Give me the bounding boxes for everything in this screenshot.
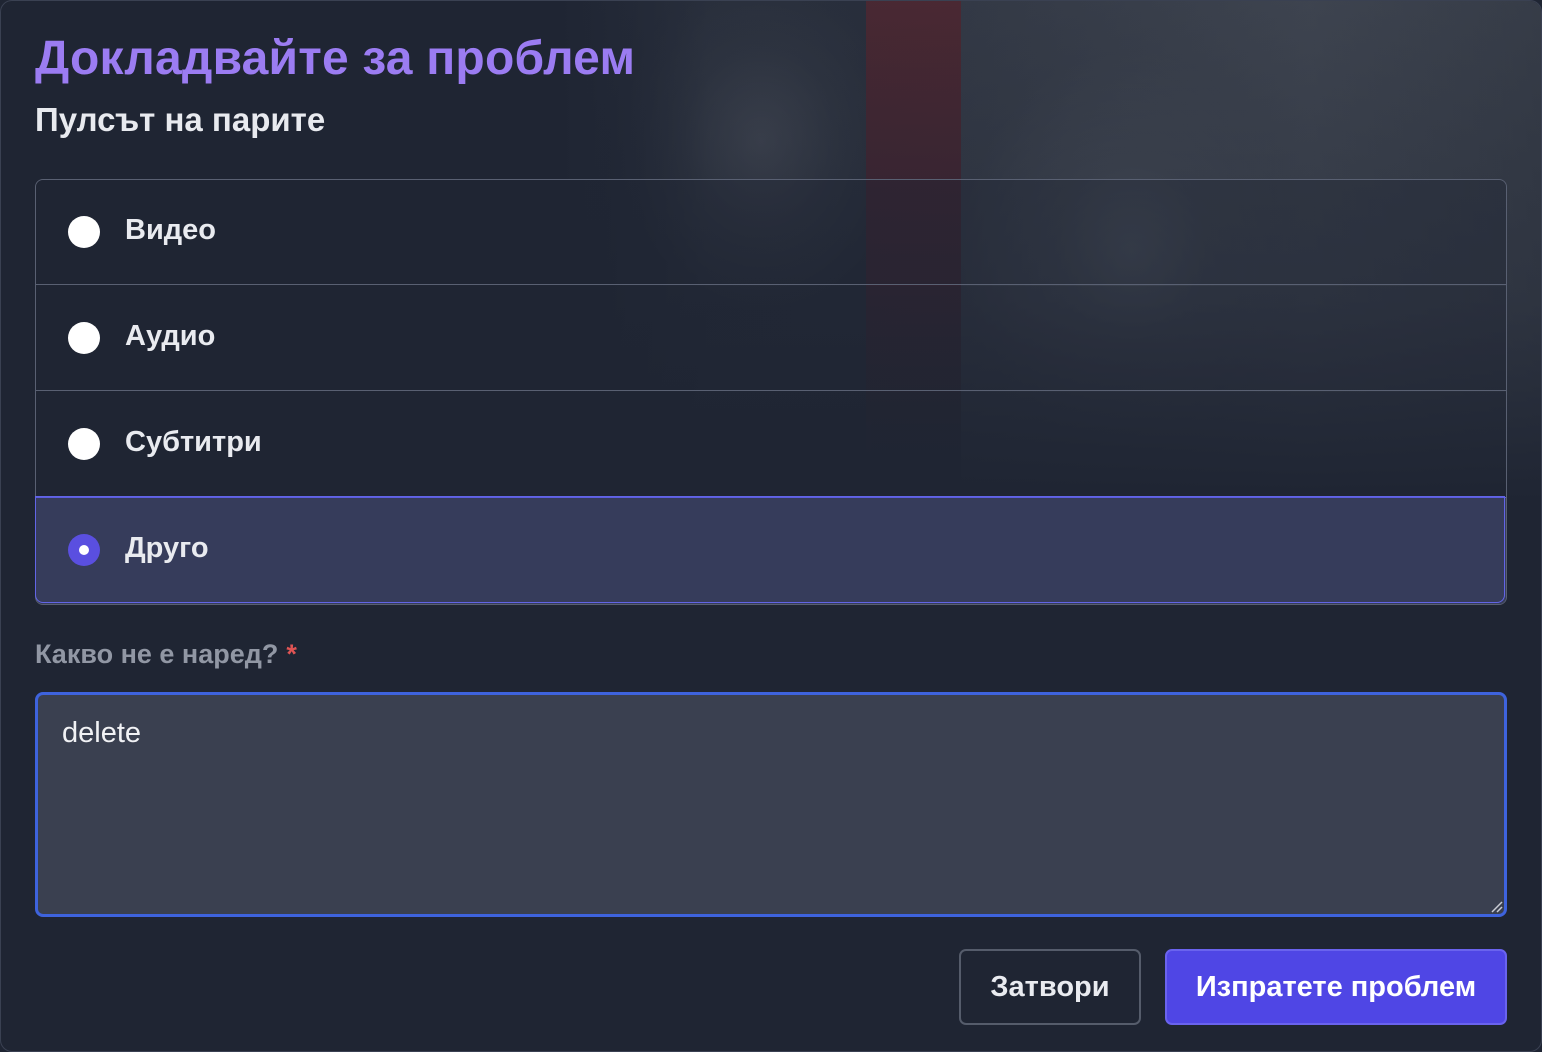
issue-description-textarea[interactable]: [35, 692, 1507, 917]
issue-type-radio-group: Видео Аудио Субтитри Друго: [35, 179, 1507, 605]
issue-option-label: Субтитри: [125, 426, 262, 458]
radio-button[interactable]: [68, 428, 100, 460]
description-label-text: Какво не е наред?: [35, 639, 279, 669]
issue-option-audio[interactable]: Аудио: [36, 286, 1506, 391]
issue-option-label: Друго: [125, 532, 209, 564]
issue-option-label: Видео: [125, 214, 217, 246]
report-issue-modal: Докладвайте за проблем Пулсът на парите …: [0, 0, 1542, 1052]
modal-title: Докладвайте за проблем: [35, 32, 636, 85]
submit-issue-button[interactable]: Изпратете проблем: [1165, 949, 1507, 1025]
resize-grip-icon[interactable]: [1489, 899, 1503, 913]
issue-option-subtitles[interactable]: Субтитри: [36, 392, 1506, 497]
radio-button-checked[interactable]: [68, 534, 100, 566]
required-indicator: *: [286, 639, 297, 669]
radio-button[interactable]: [68, 216, 100, 248]
issue-option-video[interactable]: Видео: [36, 180, 1506, 285]
issue-option-other[interactable]: Друго: [36, 497, 1506, 604]
issue-option-label: Аудио: [125, 320, 216, 352]
radio-button[interactable]: [68, 322, 100, 354]
media-title: Пулсът на парите: [35, 101, 326, 138]
close-button[interactable]: Затвори: [959, 949, 1141, 1025]
description-label: Какво не е наред? *: [35, 639, 297, 670]
